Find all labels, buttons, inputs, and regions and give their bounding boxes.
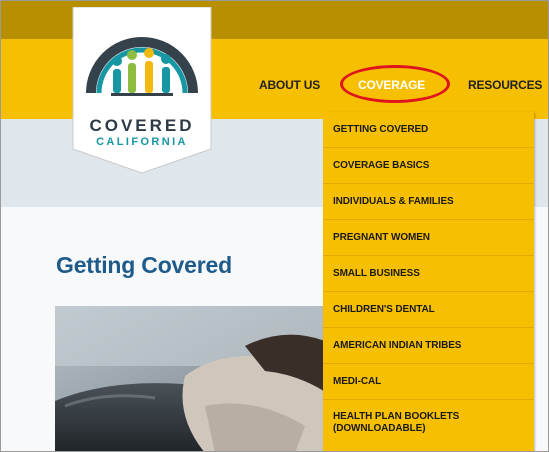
dropdown-item-label: CHILDREN'S DENTAL [333, 304, 435, 315]
dropdown-item-individuals-families[interactable]: INDIVIDUALS & FAMILIES [323, 184, 534, 220]
dropdown-item-label: AMERICAN INDIAN TRIBES [333, 340, 462, 351]
nav-about-us[interactable]: ABOUT US [259, 78, 320, 92]
dropdown-item-label: PREGNANT WOMEN [333, 232, 430, 243]
dropdown-item-getting-covered[interactable]: GETTING COVERED [323, 112, 534, 148]
dropdown-item-label: COVERAGE BASICS [333, 160, 430, 171]
dropdown-item-pregnant-women[interactable]: PREGNANT WOMEN [323, 220, 534, 256]
nav-resources[interactable]: RESOURCES [468, 78, 542, 92]
covered-california-logo[interactable]: COVERED CALIFORNIA [69, 7, 215, 175]
hero-photo [55, 306, 355, 451]
dropdown-item-label: MEDI-CAL [333, 376, 382, 387]
logo-wordmark-california: CALIFORNIA [96, 136, 188, 148]
dropdown-item-label: HEALTH PLAN BOOKLETS (DOWNLOADABLE) [333, 411, 460, 434]
dropdown-item-label: INDIVIDUALS & FAMILIES [333, 196, 454, 207]
coverage-dropdown-menu: GETTING COVERED COVERAGE BASICS INDIVIDU… [323, 112, 534, 451]
dropdown-item-childrens-dental[interactable]: CHILDREN'S DENTAL [323, 292, 534, 328]
dropdown-item-label: GETTING COVERED [333, 124, 429, 135]
dropdown-item-medi-cal[interactable]: MEDI-CAL [323, 364, 534, 400]
page-title: Getting Covered [56, 252, 232, 278]
dropdown-item-label: SMALL BUSINESS [333, 268, 420, 279]
logo-wordmark-covered: COVERED [89, 116, 195, 135]
page-frame: COVERED CALIFORNIA ABOUT US COVERAGE RES… [0, 0, 549, 452]
logo-shield-icon [72, 7, 212, 174]
highlight-circle-annotation [340, 65, 450, 103]
dropdown-item-coverage-basics[interactable]: COVERAGE BASICS [323, 148, 534, 184]
hero-photo-image [55, 306, 355, 451]
dropdown-item-health-plan-booklets[interactable]: HEALTH PLAN BOOKLETS (DOWNLOADABLE) [323, 400, 534, 451]
dropdown-item-american-indian-tribes[interactable]: AMERICAN INDIAN TRIBES [323, 328, 534, 364]
dropdown-item-small-business[interactable]: SMALL BUSINESS [323, 256, 534, 292]
